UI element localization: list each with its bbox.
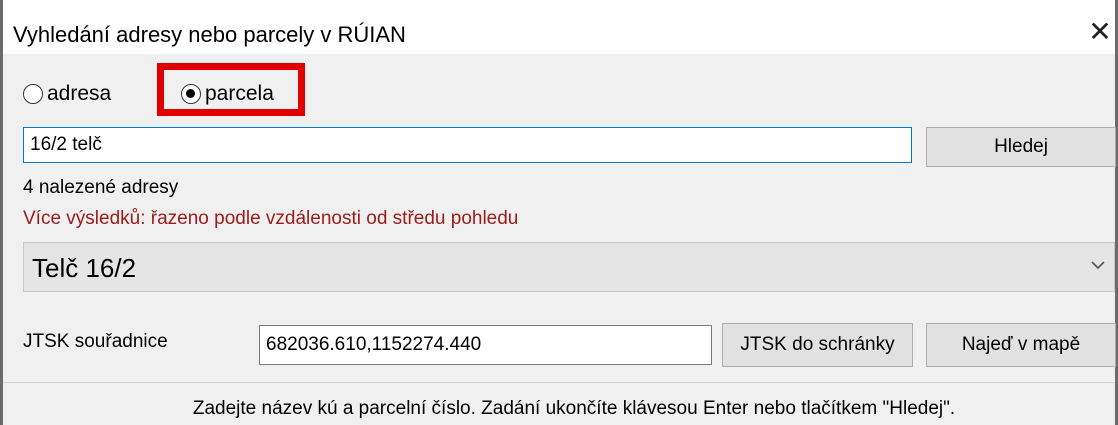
selected-result: Telč 16/2 [32,253,137,283]
search-input[interactable] [23,127,912,163]
chevron-down-icon[interactable] [1088,255,1108,275]
radio-circle-adresa[interactable] [23,84,43,104]
window-title: Vyhledání adresy nebo parcely v RÚIAN [13,22,406,47]
search-button[interactable]: Hledej [926,127,1116,167]
title-bar: Vyhledání adresy nebo parcely v RÚIAN ✕ [3,0,1115,54]
status-bar-text: Zadejte název kú a parcelní číslo. Zadán… [192,398,956,419]
results-count: 4 nalezené adresy [23,177,179,198]
copy-jtsk-button[interactable]: JTSK do schránky [722,323,913,367]
radio-adresa[interactable]: adresa [23,82,111,106]
goto-map-button[interactable]: Najeď v mapě [926,323,1116,367]
close-icon[interactable]: ✕ [1087,18,1113,46]
jtsk-coordinates-field[interactable] [259,325,712,365]
results-note: Více výsledků: řazeno podle vzdálenosti … [23,208,519,229]
search-dialog: Vyhledání adresy nebo parcely v RÚIAN ✕ … [0,0,1118,425]
jtsk-label: JTSK souřadnice [23,331,168,352]
results-dropdown[interactable]: Telč 16/2 [23,242,1115,292]
divider [3,382,1115,383]
radio-label-adresa: adresa [47,82,112,105]
highlight-box [157,63,305,116]
